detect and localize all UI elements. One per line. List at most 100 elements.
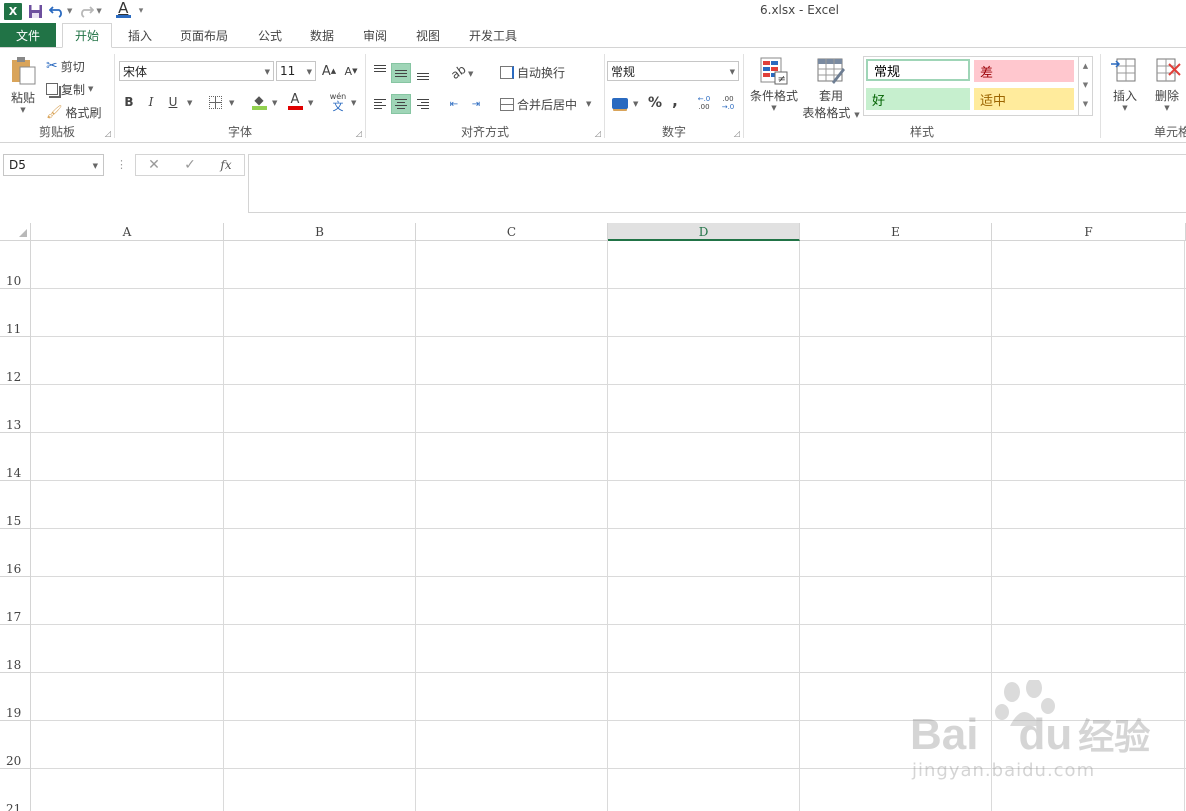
row-header-18[interactable]: 18 xyxy=(0,625,31,673)
name-box[interactable]: D5 ▼ xyxy=(3,154,104,176)
tab-formulas[interactable]: 公式 xyxy=(250,23,290,48)
dialog-launcher-icon[interactable]: ◿ xyxy=(595,129,601,138)
scroll-down-icon[interactable]: ▼ xyxy=(1079,76,1092,95)
align-right-button[interactable] xyxy=(413,94,433,114)
chevron-down-icon[interactable]: ▼ xyxy=(272,99,277,107)
font-name-combo[interactable]: 宋体 ▼ xyxy=(119,61,274,81)
format-painter-button[interactable]: 🖌 格式刷 xyxy=(46,102,102,122)
font-color-button[interactable]: A xyxy=(285,92,305,112)
tab-page-layout[interactable]: 页面布局 xyxy=(173,23,235,48)
bold-button[interactable]: B xyxy=(119,92,139,112)
copy-label: 复制 xyxy=(61,82,86,97)
number-format-combo[interactable]: 常规 ▼ xyxy=(607,61,739,81)
paste-button[interactable]: 粘贴 ▼ xyxy=(6,56,40,116)
dialog-launcher-icon[interactable]: ◿ xyxy=(356,129,362,138)
row-header-20[interactable]: 20 xyxy=(0,721,31,769)
title-bar: X ▼ ▼ A ▾ 6.xlsx - Excel xyxy=(0,0,1186,22)
row-header-14[interactable]: 14 xyxy=(0,433,31,481)
column-header-e[interactable]: E xyxy=(800,223,992,241)
chevron-down-icon[interactable]: ▼ xyxy=(187,99,192,107)
row-header-11[interactable]: 11 xyxy=(0,289,31,337)
tab-view[interactable]: 视图 xyxy=(408,23,448,48)
orientation-icon: ab xyxy=(447,61,469,83)
merge-center-label: 合并后居中 xyxy=(517,97,578,112)
percent-style-button[interactable]: % xyxy=(645,93,665,113)
wrap-text-button[interactable]: 自动换行 xyxy=(500,62,565,82)
row-header-12[interactable]: 12 xyxy=(0,337,31,385)
chevron-down-icon[interactable]: ▼ xyxy=(308,99,313,107)
format-as-table-button[interactable]: 套用 表格格式 ▼ xyxy=(802,56,860,121)
style-normal[interactable]: 常规 xyxy=(866,59,970,81)
style-good[interactable]: 好 xyxy=(866,88,970,110)
grow-font-button[interactable]: A ▲ xyxy=(319,61,339,81)
align-center-button[interactable] xyxy=(391,94,411,114)
select-all-button[interactable] xyxy=(0,223,31,241)
accounting-format-button[interactable] xyxy=(609,93,631,113)
increase-decimal-button[interactable]: ←.0.00 xyxy=(693,93,715,113)
delete-cells-button[interactable]: 删除 ▼ xyxy=(1149,56,1185,112)
align-middle-button[interactable] xyxy=(391,63,411,83)
merge-center-button[interactable]: 合并后居中 ▼ xyxy=(500,94,591,114)
fill-color-button[interactable]: ◆ xyxy=(249,92,269,112)
cut-button[interactable]: ✂ 剪切 xyxy=(46,56,85,76)
tab-insert[interactable]: 插入 xyxy=(120,23,160,48)
tab-developer[interactable]: 开发工具 xyxy=(462,23,524,48)
tab-review[interactable]: 审阅 xyxy=(355,23,395,48)
italic-button[interactable]: I xyxy=(141,92,161,112)
align-left-icon xyxy=(374,99,386,109)
column-header-a[interactable]: A xyxy=(31,223,224,241)
row-header-10[interactable]: 10 xyxy=(0,241,31,289)
align-left-button[interactable] xyxy=(370,94,390,114)
scroll-up-icon[interactable]: ▲ xyxy=(1079,57,1092,76)
conditional-format-button[interactable]: ≠ 条件格式 ▼ xyxy=(748,56,800,112)
copy-button[interactable]: 复制 ▼ xyxy=(46,79,93,99)
chevron-down-icon[interactable]: ▼ xyxy=(633,100,638,108)
row-header-19[interactable]: 19 xyxy=(0,673,31,721)
row-header-13[interactable]: 13 xyxy=(0,385,31,433)
enter-icon[interactable]: ✓ xyxy=(172,157,208,173)
style-neutral[interactable]: 适中 xyxy=(974,88,1074,110)
column-header-c[interactable]: C xyxy=(416,223,608,241)
dialog-launcher-icon[interactable]: ◿ xyxy=(105,129,111,138)
chevron-down-icon[interactable]: ▼ xyxy=(351,99,356,107)
chevron-down-icon[interactable]: ▼ xyxy=(229,99,234,107)
style-bad[interactable]: 差 xyxy=(974,60,1074,82)
align-top-button[interactable] xyxy=(370,61,390,81)
dialog-launcher-icon[interactable]: ◿ xyxy=(734,129,740,138)
tab-data[interactable]: 数据 xyxy=(302,23,342,48)
gallery-scrollbar[interactable]: ▲ ▼ ▼ xyxy=(1078,57,1092,115)
formula-input[interactable] xyxy=(248,154,1186,213)
tab-home[interactable]: 开始 xyxy=(62,23,112,48)
cancel-icon[interactable]: ✕ xyxy=(136,157,172,173)
row-number: 14 xyxy=(6,466,22,480)
borders-button[interactable] xyxy=(205,92,225,112)
decrease-decimal-button[interactable]: .00 →.0 xyxy=(717,93,739,113)
row-header-17[interactable]: 17 xyxy=(0,577,31,625)
insert-function-icon[interactable]: fx xyxy=(208,158,244,172)
save-button[interactable] xyxy=(28,2,43,20)
tab-file[interactable]: 文件 xyxy=(0,23,56,48)
chevron-down-icon[interactable]: ▼ xyxy=(468,70,473,78)
font-size-combo[interactable]: 11 ▼ xyxy=(276,61,316,81)
underline-button[interactable]: U xyxy=(163,92,183,112)
orientation-button[interactable]: ab xyxy=(448,62,468,82)
increase-indent-button[interactable]: ⇥ xyxy=(466,94,486,114)
phonetic-guide-button[interactable]: wén 文 xyxy=(327,90,349,114)
gallery-more-icon[interactable]: ▼ xyxy=(1079,95,1092,114)
font-color-qat-button[interactable]: A xyxy=(115,1,131,20)
column-header-d[interactable]: D xyxy=(608,223,800,241)
align-bottom-button[interactable] xyxy=(413,63,433,83)
decrease-indent-button[interactable]: ⇤ xyxy=(444,94,464,114)
formula-bar-resize-icon[interactable]: ⋮ xyxy=(116,158,127,171)
redo-button[interactable]: ▼ xyxy=(78,2,102,20)
column-header-f[interactable]: F xyxy=(992,223,1186,241)
row-header-15[interactable]: 15 xyxy=(0,481,31,529)
customize-qat-icon[interactable]: ▾ xyxy=(139,6,144,16)
column-header-b[interactable]: B xyxy=(224,223,416,241)
insert-cells-button[interactable]: 插入 ▼ xyxy=(1107,56,1143,112)
comma-style-button[interactable]: , xyxy=(665,91,685,111)
undo-button[interactable]: ▼ xyxy=(49,2,72,20)
shrink-font-button[interactable]: A ▼ xyxy=(341,61,361,81)
row-header-21[interactable]: 21 xyxy=(0,769,31,811)
row-header-16[interactable]: 16 xyxy=(0,529,31,577)
